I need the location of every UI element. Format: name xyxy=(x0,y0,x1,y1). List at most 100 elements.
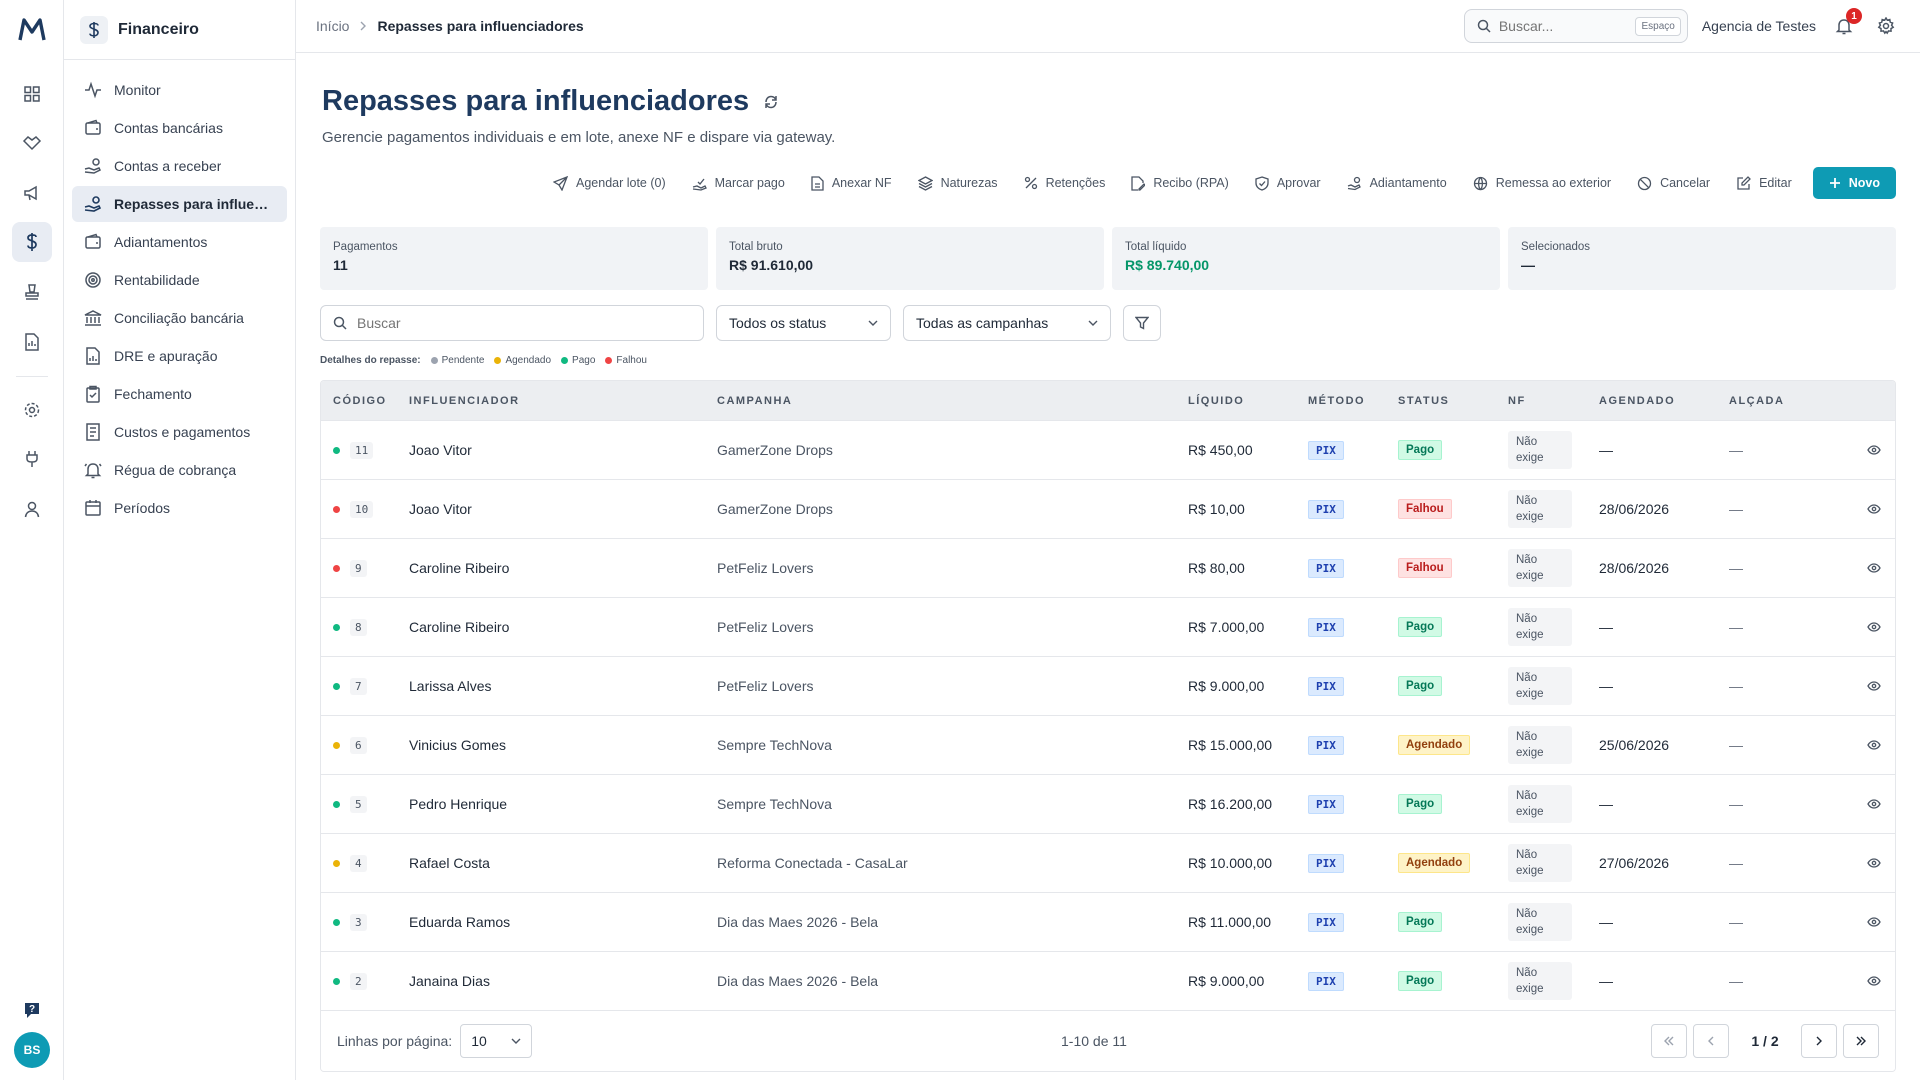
handshake-icon[interactable] xyxy=(12,123,52,163)
col-method[interactable]: Método xyxy=(1308,395,1398,407)
rail-divider xyxy=(16,376,48,377)
col-status[interactable]: Status xyxy=(1398,395,1508,407)
payout-code: 2 xyxy=(350,972,367,990)
breadcrumb-home[interactable]: Início xyxy=(316,18,349,34)
attach-nf-button[interactable]: Anexar NF xyxy=(798,167,905,199)
eye-icon[interactable] xyxy=(1867,917,1881,927)
legend-item-pending: Pendente xyxy=(430,355,484,366)
hand-coins-icon xyxy=(1347,176,1361,190)
app-logo[interactable] xyxy=(16,14,48,46)
sidebar-item-receivables[interactable]: Contas a receber xyxy=(72,148,287,184)
agency-name[interactable]: Agencia de Testes xyxy=(1702,18,1816,34)
sidebar-item-label: Contas a receber xyxy=(114,158,222,174)
cell-status: Pago xyxy=(1398,912,1508,932)
table-search[interactable] xyxy=(320,305,704,341)
table-body: 11 Joao Vitor GamerZone Drops R$ 450,00 PIX P… xyxy=(321,421,1895,1011)
col-net[interactable]: Líquido xyxy=(1188,395,1308,407)
cell-nf: Não exige xyxy=(1508,490,1599,528)
eye-icon[interactable] xyxy=(1867,622,1881,632)
col-campaign[interactable]: Campanha xyxy=(717,395,1188,407)
rows-per-page-select[interactable]: 10 xyxy=(460,1024,533,1058)
table-row[interactable]: 7 Larissa Alves PetFeliz Lovers R$ 9.000,00… xyxy=(321,657,1895,716)
cell-code: 2 xyxy=(321,972,409,990)
edit-button[interactable]: Editar xyxy=(1723,167,1805,199)
sidebar-item-profitability[interactable]: Rentabilidade xyxy=(72,262,287,298)
table-row[interactable]: 5 Pedro Henrique Sempre TechNova R$ 16.200,… xyxy=(321,775,1895,834)
sidebar-item-dre[interactable]: DRE e apuração xyxy=(72,338,287,374)
sidebar-item-closing[interactable]: Fechamento xyxy=(72,376,287,412)
cell-scheduled: 25/06/2026 xyxy=(1599,737,1670,753)
receipt-button[interactable]: Recibo (RPA) xyxy=(1118,167,1241,199)
eye-icon[interactable] xyxy=(1867,681,1881,691)
finance-dollar-icon[interactable] xyxy=(12,222,52,262)
cell-influencer: Pedro Henrique xyxy=(409,796,508,812)
next-page-button[interactable] xyxy=(1801,1024,1837,1058)
advance-button[interactable]: Adiantamento xyxy=(1334,167,1460,199)
last-page-button[interactable] xyxy=(1843,1024,1879,1058)
eye-icon[interactable] xyxy=(1867,563,1881,573)
col-code[interactable]: Código xyxy=(321,395,409,407)
advanced-filter-button[interactable] xyxy=(1123,305,1161,341)
stamp-icon[interactable] xyxy=(12,272,52,312)
remittance-button[interactable]: Remessa ao exterior xyxy=(1460,167,1624,199)
settings-icon[interactable] xyxy=(12,390,52,430)
dashboard-icon[interactable] xyxy=(12,74,52,114)
percent-icon xyxy=(1024,176,1037,190)
eye-icon[interactable] xyxy=(1867,976,1881,986)
help-chat-icon[interactable]: ? xyxy=(12,990,52,1030)
user-icon[interactable] xyxy=(12,489,52,529)
megaphone-icon[interactable] xyxy=(12,173,52,213)
first-page-button[interactable] xyxy=(1651,1024,1687,1058)
cancel-button[interactable]: Cancelar xyxy=(1624,167,1723,199)
table-search-input[interactable] xyxy=(357,315,691,331)
eye-icon[interactable] xyxy=(1867,858,1881,868)
campaign-filter-select[interactable]: Todas as campanhas xyxy=(903,305,1111,341)
gear-icon xyxy=(1877,17,1895,35)
status-filter-select[interactable]: Todos os status xyxy=(716,305,891,341)
new-button[interactable]: Novo xyxy=(1812,167,1896,199)
mark-paid-button[interactable]: Marcar pago xyxy=(679,167,798,199)
table-row[interactable]: 11 Joao Vitor GamerZone Drops R$ 450,00 PIX P… xyxy=(321,421,1895,480)
natures-button[interactable]: Naturezas xyxy=(905,167,1011,199)
eye-icon[interactable] xyxy=(1867,504,1881,514)
table-row[interactable]: 8 Caroline Ribeiro PetFeliz Lovers R$ 7.000… xyxy=(321,598,1895,657)
prev-page-button[interactable] xyxy=(1693,1024,1729,1058)
notifications-button[interactable]: 1 xyxy=(1830,8,1862,40)
status-badge: Falhou xyxy=(1398,499,1452,519)
approve-button[interactable]: Aprovar xyxy=(1242,167,1334,199)
sidebar-item-advances[interactable]: Adiantamentos xyxy=(72,224,287,260)
mark-paid-label: Marcar pago xyxy=(714,176,785,190)
table-row[interactable]: 3 Eduarda Ramos Dia das Maes 2026 - Bela R$… xyxy=(321,893,1895,952)
col-nf[interactable]: NF xyxy=(1508,395,1599,407)
eye-icon[interactable] xyxy=(1867,740,1881,750)
sidebar-item-monitor[interactable]: Monitor xyxy=(72,72,287,108)
refresh-icon[interactable] xyxy=(763,94,779,110)
report-icon[interactable] xyxy=(12,322,52,362)
table-row[interactable]: 2 Janaina Dias Dia das Maes 2026 - Bela R$ … xyxy=(321,952,1895,1011)
avatar[interactable]: BS xyxy=(14,1032,50,1068)
global-search[interactable]: Espaço xyxy=(1463,9,1688,43)
sidebar-item-bank-accounts[interactable]: Contas bancárias xyxy=(72,110,287,146)
table-row[interactable]: 6 Vinicius Gomes Sempre TechNova R$ 15.000,… xyxy=(321,716,1895,775)
chevron-down-icon xyxy=(868,320,878,326)
table-row[interactable]: 9 Caroline Ribeiro PetFeliz Lovers R$ 80,00… xyxy=(321,539,1895,598)
schedule-batch-button[interactable]: Agendar lote (0) xyxy=(540,167,679,199)
table-row[interactable]: 4 Rafael Costa Reforma Conectada - CasaLar… xyxy=(321,834,1895,893)
status-dot xyxy=(333,682,340,690)
col-scheduled[interactable]: Agendado xyxy=(1599,395,1729,407)
sidebar-item-influencer-payouts[interactable]: Repasses para influenciadores xyxy=(72,186,287,222)
eye-icon[interactable] xyxy=(1867,445,1881,455)
sidebar-item-costs[interactable]: Custos e pagamentos xyxy=(72,414,287,450)
cell-actions xyxy=(1839,563,1895,573)
sidebar-item-dunning[interactable]: Régua de cobrança xyxy=(72,452,287,488)
sidebar-item-reconciliation[interactable]: Conciliação bancária xyxy=(72,300,287,336)
settings-button[interactable] xyxy=(1872,12,1900,40)
eye-icon[interactable] xyxy=(1867,799,1881,809)
retentions-button[interactable]: Retenções xyxy=(1011,167,1119,199)
global-search-input[interactable] xyxy=(1498,18,1628,34)
col-influencer[interactable]: Influenciador xyxy=(409,395,717,407)
plug-icon[interactable] xyxy=(12,439,52,479)
col-approval[interactable]: Alçada xyxy=(1729,395,1839,407)
sidebar-item-periods[interactable]: Períodos xyxy=(72,490,287,526)
table-row[interactable]: 10 Joao Vitor GamerZone Drops R$ 10,00 PIX Fa… xyxy=(321,480,1895,539)
